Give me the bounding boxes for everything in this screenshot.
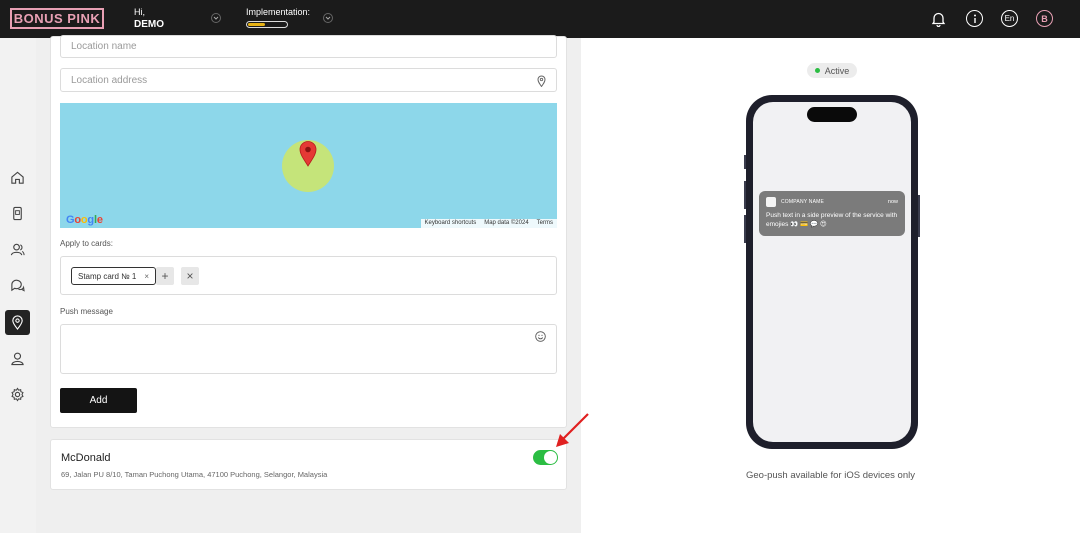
implementation-progress-fill <box>248 23 266 26</box>
mobile-card-icon[interactable] <box>5 201 30 226</box>
add-card-button[interactable]: + <box>156 267 174 285</box>
status-dot <box>814 68 820 73</box>
map-terms-link[interactable]: Terms <box>533 219 557 228</box>
card-chip-label: Stamp card № 1 <box>78 271 137 281</box>
cards-selector: Stamp card № 1 × + × <box>60 256 557 295</box>
map-data-credit: Map data ©2024 <box>484 220 529 226</box>
info-icon[interactable] <box>966 10 983 27</box>
profile-icon[interactable] <box>5 346 30 371</box>
phone-mockup: COMPANY NAME now Push text in a side pre… <box>744 95 920 449</box>
push-message-label: Push message <box>60 307 113 316</box>
location-title: McDonald <box>61 452 111 464</box>
notification-message: Push text in a side preview of the servi… <box>766 212 898 228</box>
user-name: DEMO <box>134 19 164 30</box>
card-chip[interactable]: Stamp card № 1 × <box>71 267 157 285</box>
settings-icon[interactable] <box>5 382 30 407</box>
notification-app-name: COMPANY NAME <box>781 199 825 205</box>
user-greeting: Hi, DEMO <box>134 7 164 30</box>
map-footer: Keyboard shortcuts Map data ©2024 Terms <box>420 219 557 228</box>
location-form-card: Location name Location address Google Ke… <box>50 35 567 428</box>
annotation-arrow-icon <box>556 413 589 447</box>
dynamic-island <box>807 107 857 122</box>
phone-side-button <box>918 195 920 237</box>
location-name-placeholder: Location name <box>71 41 137 52</box>
location-active-toggle[interactable] <box>533 450 558 465</box>
toggle-knob <box>544 451 557 464</box>
avatar[interactable]: B <box>1036 10 1053 27</box>
phone-side-button <box>744 155 746 169</box>
implementation-label: Implementation: <box>246 7 311 17</box>
home-icon[interactable] <box>5 165 30 190</box>
implementation-chevron-icon[interactable] <box>323 13 333 23</box>
map-marker-icon[interactable] <box>299 141 317 167</box>
chip-remove-icon[interactable]: × <box>144 272 149 281</box>
greeting-text: Hi, <box>134 7 145 17</box>
clients-icon[interactable] <box>5 237 30 262</box>
content-area: Location name Location address Google Ke… <box>36 35 581 533</box>
location-icon[interactable] <box>5 310 30 335</box>
apply-to-cards-label: Apply to cards: <box>60 239 113 248</box>
ios-only-note: Geo-push available for iOS devices only <box>746 470 915 481</box>
language-switcher[interactable]: En <box>1001 10 1018 27</box>
add-location-button[interactable]: Add <box>60 388 137 413</box>
top-bar: BONUS PINK Hi, DEMO Implementation: En B <box>0 0 1080 38</box>
location-name-input[interactable]: Location name <box>60 35 557 58</box>
emoji-picker-icon[interactable] <box>535 331 546 342</box>
implementation-status: Implementation: <box>246 7 310 28</box>
status-text: Active <box>824 65 850 76</box>
brand-logo[interactable]: BONUS PINK <box>10 8 104 29</box>
map-keyboard-shortcuts[interactable]: Keyboard shortcuts <box>421 219 481 228</box>
google-logo: Google <box>66 214 103 226</box>
status-badge: Active <box>807 63 857 78</box>
push-message-textarea[interactable] <box>60 324 557 374</box>
user-menu-chevron-icon[interactable] <box>211 13 221 23</box>
implementation-progress-bar <box>246 21 288 28</box>
push-preview-panel: Active COMPANY NAME now Push text in a s… <box>581 38 1080 533</box>
app-icon <box>766 197 776 207</box>
push-notification-preview: COMPANY NAME now Push text in a side pre… <box>759 191 905 236</box>
sidebar <box>0 38 36 533</box>
phone-side-button <box>744 215 746 243</box>
notification-time: now <box>887 199 898 205</box>
location-list-item: McDonald 69, Jalan PU 8/10, Taman Puchon… <box>50 439 567 490</box>
location-map[interactable]: Google Keyboard shortcuts Map data ©2024… <box>60 103 557 228</box>
location-address: 69, Jalan PU 8/10, Taman Puchong Utama, … <box>61 470 328 479</box>
chat-icon[interactable] <box>5 273 30 298</box>
bell-icon[interactable] <box>930 10 947 27</box>
clear-cards-button[interactable]: × <box>181 267 199 285</box>
phone-screen: COMPANY NAME now Push text in a side pre… <box>753 102 911 442</box>
phone-side-button <box>744 181 746 209</box>
location-address-input[interactable]: Location address <box>60 68 557 92</box>
location-pin-icon <box>537 75 546 87</box>
location-address-placeholder: Location address <box>71 74 148 86</box>
